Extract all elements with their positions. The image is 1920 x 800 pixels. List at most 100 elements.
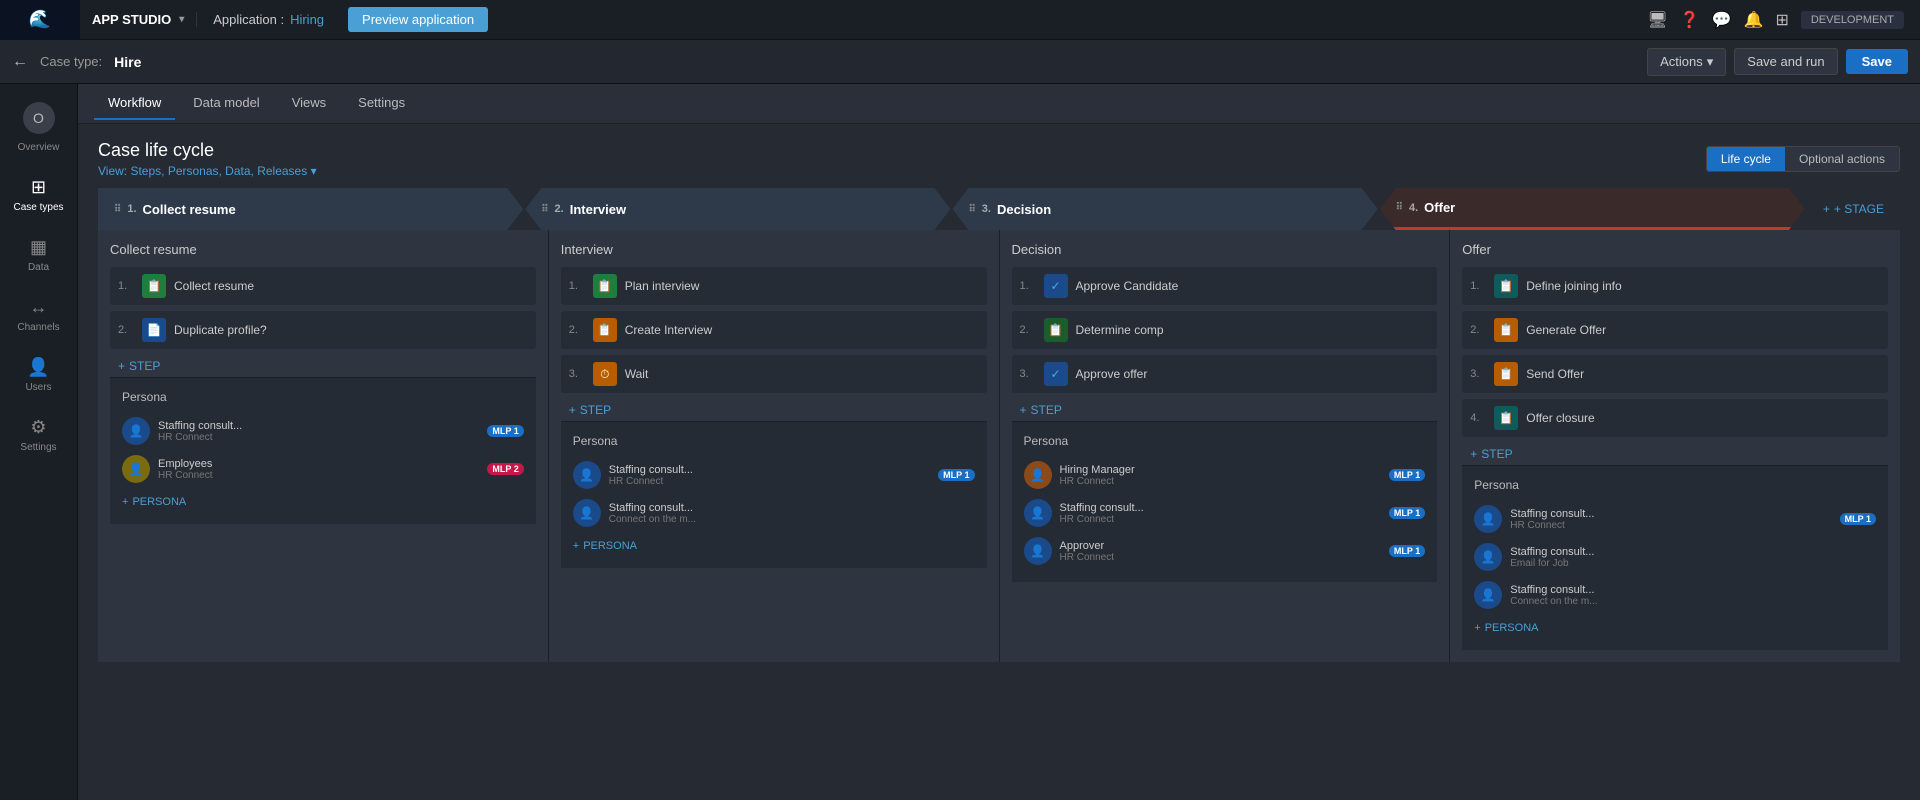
back-button[interactable]: ←	[12, 53, 28, 71]
step-decision-1[interactable]: 1. ✓ Approve Candidate	[1012, 267, 1438, 305]
add-step-label-4: STEP	[1481, 447, 1512, 461]
mlp-badge-3-1: MLP 1	[1389, 469, 1425, 481]
add-step-decision[interactable]: + STEP	[1012, 399, 1438, 421]
tab-workflow[interactable]: Workflow	[94, 87, 175, 120]
stage-header-interview[interactable]: ⠿ 2. Interview	[525, 188, 950, 230]
preview-button[interactable]: Preview application	[348, 7, 488, 32]
step-offer-2[interactable]: 2. 📋 Generate Offer	[1462, 311, 1888, 349]
persona-info-3-2: Staffing consult... HR Connect	[1060, 502, 1381, 525]
actions-button[interactable]: Actions ▾	[1647, 48, 1726, 76]
tab-settings[interactable]: Settings	[344, 87, 419, 120]
sidebar-item-channels[interactable]: ↔ Channels	[5, 287, 73, 343]
persona-title-4: Persona	[1474, 478, 1876, 492]
stage-col-title-2: Interview	[561, 242, 987, 257]
persona-2-1[interactable]: 👤 Staffing consult... HR Connect MLP 1	[573, 456, 975, 494]
chat-icon[interactable]: 💬	[1712, 10, 1732, 30]
sidebar-item-overview[interactable]: O Overview	[5, 92, 73, 163]
add-persona-button-4[interactable]: + PERSONA	[1474, 618, 1876, 638]
lifecycle-toggle: Life cycle Optional actions	[1706, 146, 1900, 172]
toggle-optional-actions[interactable]: Optional actions	[1785, 147, 1899, 171]
step-decision-2[interactable]: 2. 📋 Determine comp	[1012, 311, 1438, 349]
add-step-interview[interactable]: + STEP	[561, 399, 987, 421]
stage-col-collect-resume: Collect resume 1. 📋 Collect resume 2. 📄 …	[98, 230, 549, 662]
stages-header-row: ⠿ 1. Collect resume ⠿ 2. Interview ⠿ 3. …	[98, 188, 1900, 230]
step-icon-decision-2: 📋	[1044, 318, 1068, 342]
persona-4-2[interactable]: 👤 Staffing consult... Email for Job	[1474, 538, 1876, 576]
add-persona-label-4: PERSONA	[1485, 622, 1539, 634]
persona-2-2[interactable]: 👤 Staffing consult... Connect on the m..…	[573, 494, 975, 532]
step-interview-2[interactable]: 2. 📋 Create Interview	[561, 311, 987, 349]
stage-header-collect-resume[interactable]: ⠿ 1. Collect resume	[98, 188, 523, 230]
add-step-icon-3: +	[1020, 403, 1027, 417]
app-logo[interactable]: 🌊	[0, 0, 80, 40]
step-interview-3[interactable]: 3. ⏱ Wait	[561, 355, 987, 393]
save-run-button[interactable]: Save and run	[1734, 48, 1837, 75]
add-persona-button-1[interactable]: + PERSONA	[122, 492, 524, 512]
drag-handle-2: ⠿	[541, 204, 548, 215]
sidebar-label-case-types: Case types	[13, 202, 63, 213]
lifecycle-title: Case life cycle	[98, 140, 317, 161]
bell-icon[interactable]: 🔔	[1744, 10, 1764, 30]
view-prefix: View:	[98, 164, 130, 178]
stage-col-title-4: Offer	[1462, 242, 1888, 257]
case-lifecycle: Case life cycle View: Steps, Personas, D…	[78, 124, 1920, 678]
view-label: View: Steps, Personas, Data, Releases ▾	[98, 164, 317, 178]
persona-avatar-2-2: 👤	[573, 499, 601, 527]
persona-4-3[interactable]: 👤 Staffing consult... Connect on the m..…	[1474, 576, 1876, 614]
add-step-label-3: STEP	[1031, 403, 1062, 417]
persona-3-2[interactable]: 👤 Staffing consult... HR Connect MLP 1	[1024, 494, 1426, 532]
stage-num-1: 1.	[127, 203, 136, 215]
persona-1-1[interactable]: 👤 Staffing consult... HR Connect MLP 1	[122, 412, 524, 450]
persona-avatar-2-1: 👤	[573, 461, 601, 489]
save-button[interactable]: Save	[1846, 49, 1908, 74]
step-offer-4[interactable]: 4. 📋 Offer closure	[1462, 399, 1888, 437]
step-icon-decision-1: ✓	[1044, 274, 1068, 298]
sidebar-label-data: Data	[28, 262, 49, 273]
step-offer-1[interactable]: 1. 📋 Define joining info	[1462, 267, 1888, 305]
stage-header-offer[interactable]: ⠿ 4. Offer	[1380, 188, 1805, 230]
step-collect-resume-1[interactable]: 1. 📋 Collect resume	[110, 267, 536, 305]
mlp-badge-2-1: MLP 1	[938, 469, 974, 481]
step-collect-resume-2[interactable]: 2. 📄 Duplicate profile?	[110, 311, 536, 349]
grid-icon[interactable]: ⊞	[1775, 10, 1788, 30]
add-stage-button[interactable]: + + STAGE	[1807, 202, 1900, 216]
persona-avatar-1-2: 👤	[122, 455, 150, 483]
overview-avatar: O	[23, 102, 55, 134]
sidebar-item-settings[interactable]: ⚙ Settings	[5, 407, 73, 463]
persona-4-1[interactable]: 👤 Staffing consult... HR Connect MLP 1	[1474, 500, 1876, 538]
tab-data-model[interactable]: Data model	[179, 87, 273, 120]
view-options[interactable]: Steps, Personas, Data, Releases ▾	[130, 164, 316, 178]
step-decision-3[interactable]: 3. ✓ Approve offer	[1012, 355, 1438, 393]
step-interview-1[interactable]: 1. 📋 Plan interview	[561, 267, 987, 305]
mlp-badge-1-1: MLP 1	[487, 425, 523, 437]
sidebar-item-users[interactable]: 👤 Users	[5, 347, 73, 403]
stage-num-4: 4.	[1409, 202, 1418, 214]
help-icon[interactable]: ❓	[1680, 10, 1700, 30]
studio-chevron[interactable]: ▾	[179, 14, 184, 25]
step-offer-3[interactable]: 3. 📋 Send Offer	[1462, 355, 1888, 393]
add-step-collect-resume[interactable]: + STEP	[110, 355, 536, 377]
sidebar-item-case-types[interactable]: ⊞ Case types	[5, 167, 73, 223]
stage-label-3: Decision	[997, 202, 1051, 217]
stage-col-interview: Interview 1. 📋 Plan interview 2. 📋 Creat…	[549, 230, 1000, 662]
step-icon-collect-resume-1: 📋	[142, 274, 166, 298]
add-persona-icon-1: +	[122, 496, 128, 508]
tab-views[interactable]: Views	[278, 87, 340, 120]
design-icon[interactable]: 🖥	[1647, 10, 1667, 30]
stage-col-title-1: Collect resume	[110, 242, 536, 257]
add-step-icon-4: +	[1470, 447, 1477, 461]
sidebar-item-data[interactable]: ▦ Data	[5, 227, 73, 283]
sidebar-label-users: Users	[25, 382, 51, 393]
second-bar: ← Case type: Hire Actions ▾ Save and run…	[0, 40, 1920, 84]
persona-3-1[interactable]: 👤 Hiring Manager HR Connect MLP 1	[1024, 456, 1426, 494]
toggle-lifecycle[interactable]: Life cycle	[1707, 147, 1785, 171]
persona-1-2[interactable]: 👤 Employees HR Connect MLP 2	[122, 450, 524, 488]
stage-header-decision[interactable]: ⠿ 3. Decision	[952, 188, 1377, 230]
persona-3-3[interactable]: 👤 Approver HR Connect MLP 1	[1024, 532, 1426, 570]
add-step-icon-2: +	[569, 403, 576, 417]
add-persona-button-2[interactable]: + PERSONA	[573, 536, 975, 556]
channels-icon: ↔	[30, 297, 48, 318]
application-name[interactable]: Hiring	[290, 12, 324, 27]
add-step-offer[interactable]: + STEP	[1462, 443, 1888, 465]
sidebar-label-overview: Overview	[18, 142, 60, 153]
